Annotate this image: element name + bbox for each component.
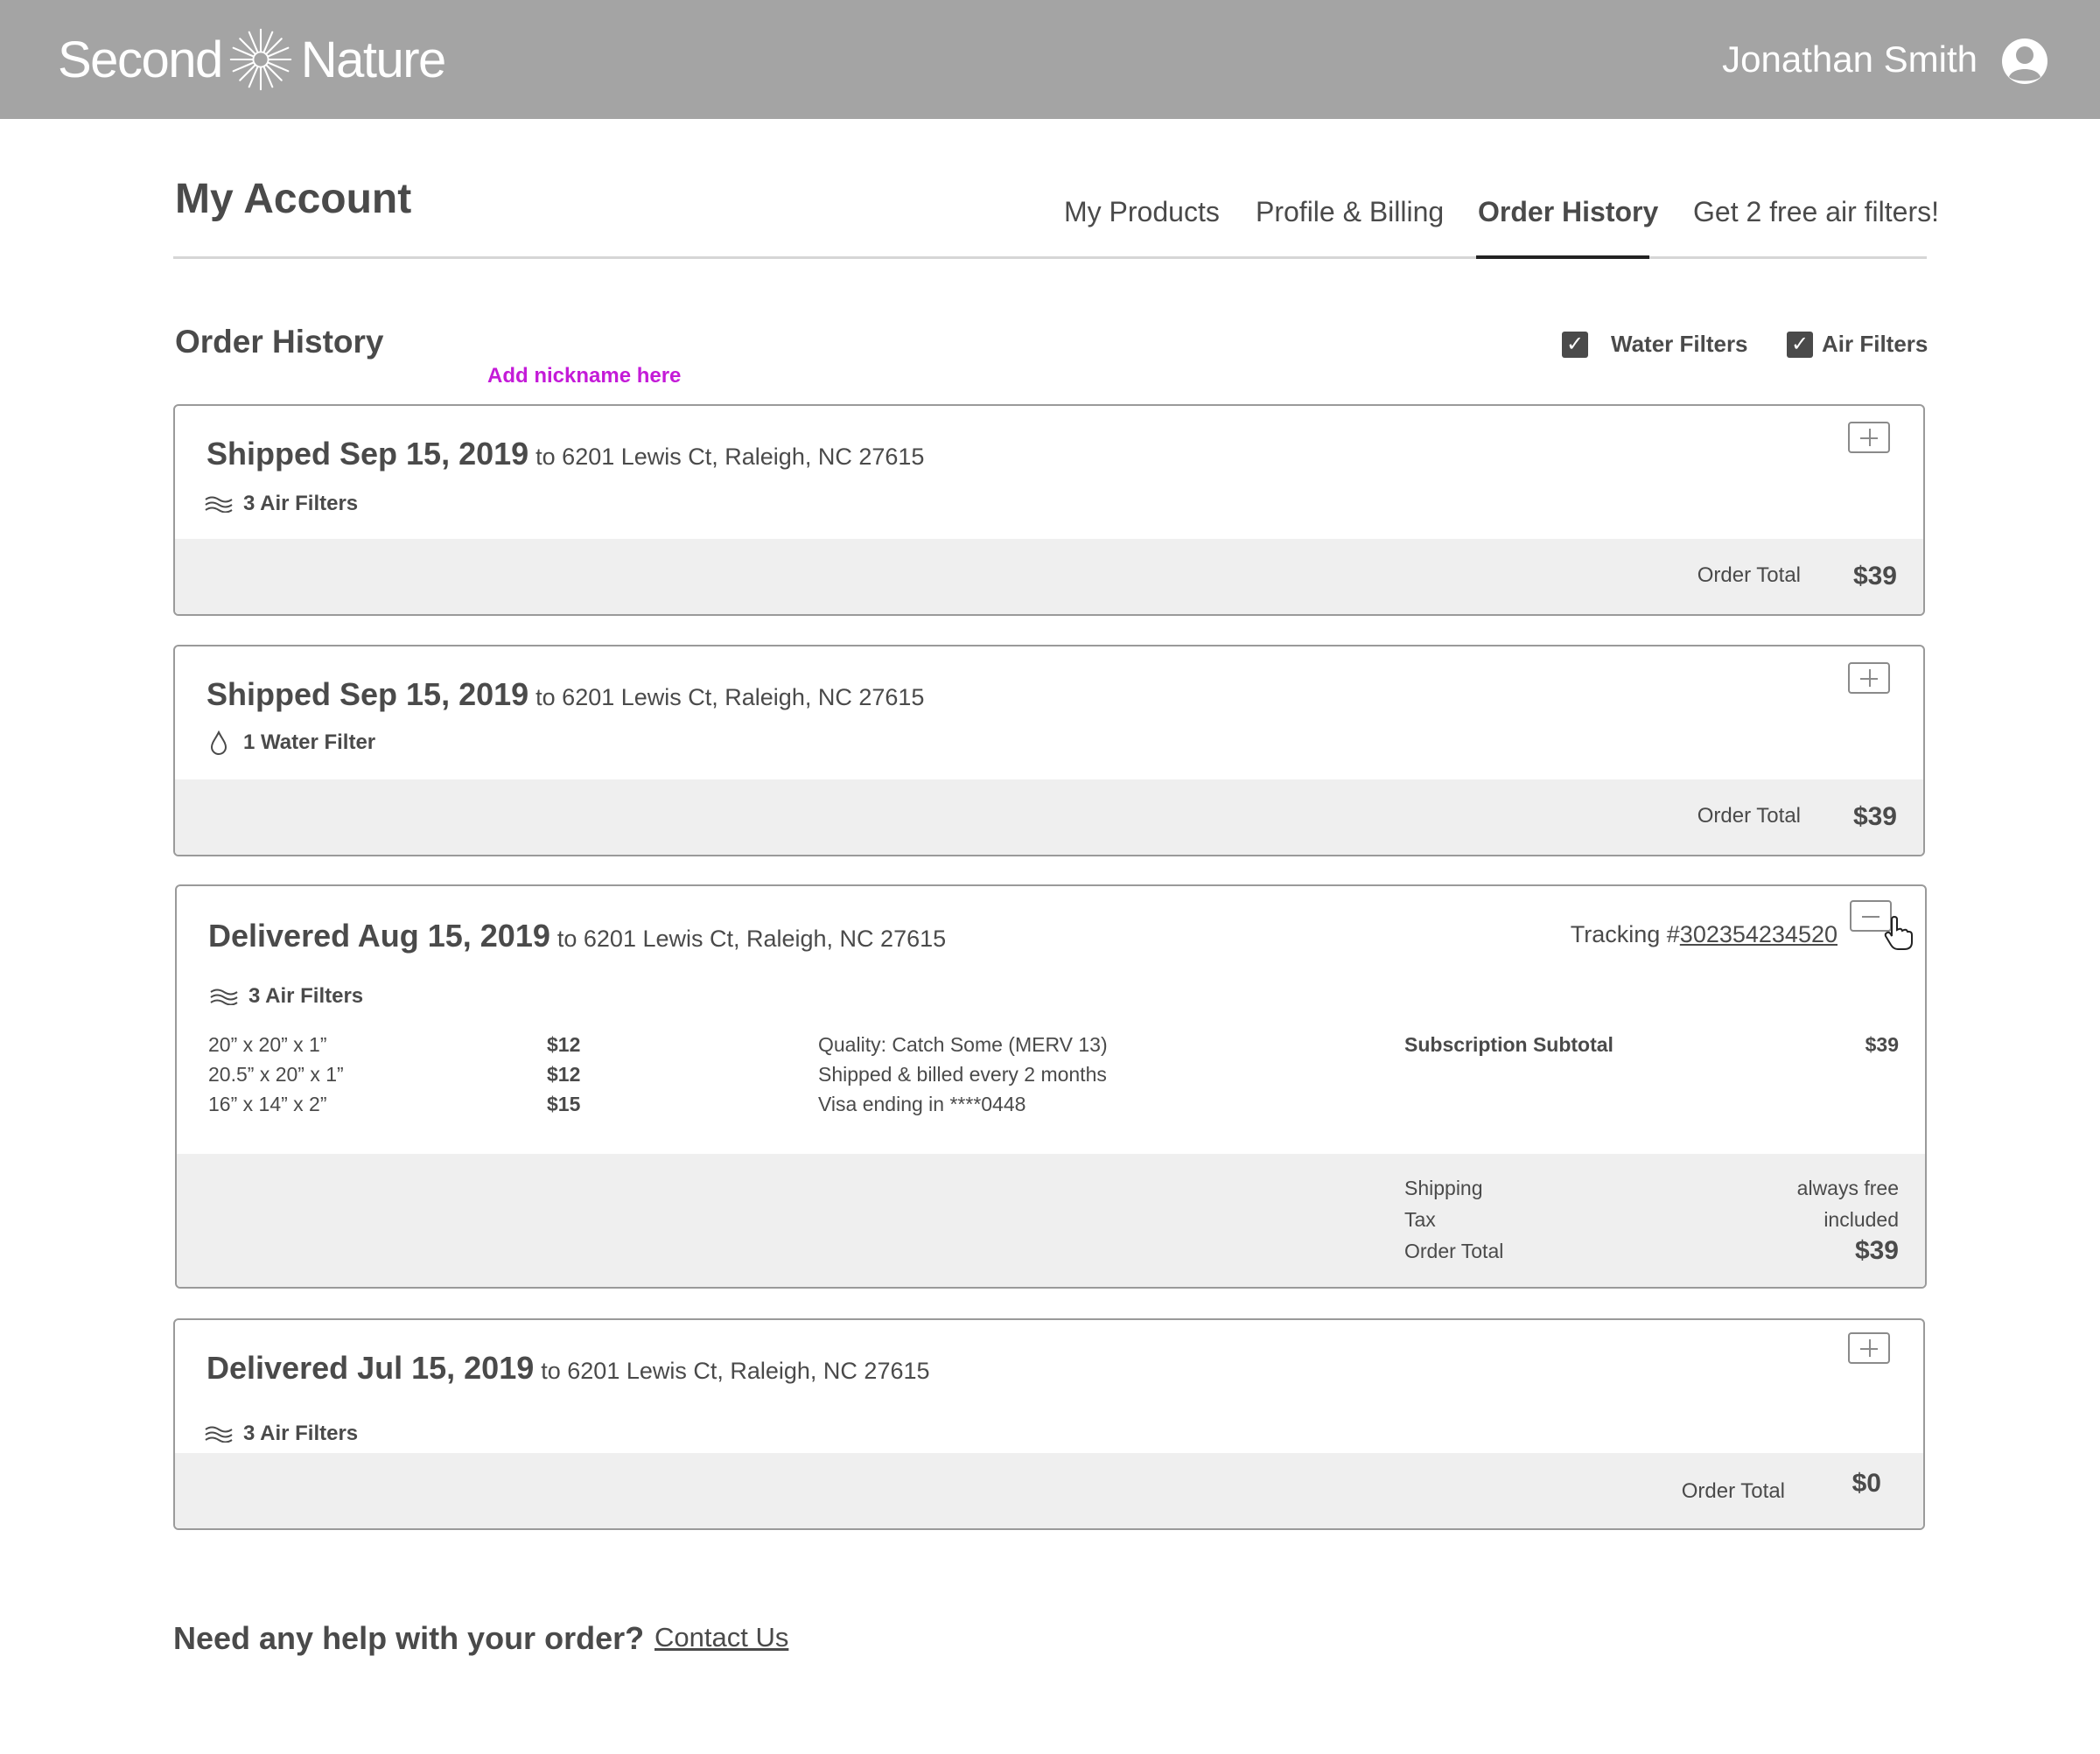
order-address: to 6201 Lewis Ct, Raleigh, NC 27615: [556, 926, 947, 952]
order-total-value: $39: [1854, 1236, 1899, 1265]
line-item-size: 20” x 20” x 1”: [208, 1033, 327, 1056]
order-card-expanded: Delivered Aug 15, 2019 to 6201 Lewis Ct,…: [175, 884, 1927, 1289]
filter-label: Water Filters: [1611, 331, 1748, 357]
order-heading: Shipped Sep 15, 2019 to 6201 Lewis Ct, R…: [206, 676, 924, 713]
user-avatar-icon[interactable]: [2000, 37, 2049, 86]
line-item-size: 20.5” x 20” x 1”: [208, 1063, 344, 1086]
tab-free-air-filters[interactable]: Get 2 free air filters!: [1693, 196, 1939, 228]
order-items-label: 3 Air Filters: [243, 1422, 359, 1445]
order-total-label: Order Total: [1404, 1240, 1504, 1262]
active-tab-indicator: [1476, 255, 1649, 259]
order-status: Delivered Aug 15, 2019: [208, 918, 550, 954]
line-item-price: $12: [547, 1033, 581, 1056]
order-address: to 6201 Lewis Ct, Raleigh, NC 27615: [536, 684, 925, 710]
help-question: Need any help with your order?: [173, 1620, 645, 1656]
order-footer: Shipping always free Tax included Order …: [177, 1154, 1925, 1287]
tax-value: included: [1824, 1208, 1899, 1231]
filter-label: Air Filters: [1822, 331, 1928, 357]
order-items: 3 Air Filters: [205, 492, 358, 516]
order-card: Shipped Sep 15, 2019 to 6201 Lewis Ct, R…: [173, 404, 1925, 616]
shipping-value: always free: [1796, 1177, 1899, 1199]
order-items: 3 Air Filters: [210, 984, 363, 1009]
line-item-size: 16” x 14” x 2”: [208, 1093, 327, 1115]
order-items-label: 3 Air Filters: [243, 492, 359, 515]
brand-name-right: Nature: [300, 31, 447, 88]
tax-label: Tax: [1404, 1208, 1436, 1231]
subtotal-value: $39: [1865, 1033, 1899, 1056]
water-drop-icon: [210, 730, 228, 755]
add-nickname-link[interactable]: Add nickname here: [487, 364, 681, 388]
order-heading: Shipped Sep 15, 2019 to 6201 Lewis Ct, R…: [206, 436, 924, 472]
air-filters-checkbox[interactable]: ✓: [1787, 331, 1813, 358]
tracking-info: Tracking #302354234520: [1571, 921, 1838, 948]
order-status: Shipped Sep 15, 2019: [206, 676, 529, 712]
order-quality: Quality: Catch Some (MERV 13): [818, 1033, 1108, 1056]
order-items: 3 Air Filters: [205, 1422, 358, 1446]
expand-order-button[interactable]: [1848, 662, 1890, 694]
order-payment-method: Visa ending in ****0448: [818, 1093, 1026, 1115]
tab-order-history[interactable]: Order History: [1478, 196, 1658, 228]
order-status: Delivered Jul 15, 2019: [206, 1350, 535, 1386]
order-footer: Order Total $0: [175, 1453, 1923, 1528]
order-footer: Order Total $39: [175, 539, 1923, 614]
order-items-label: 1 Water Filter: [243, 730, 376, 754]
expand-order-button[interactable]: [1848, 1332, 1890, 1364]
order-card: Delivered Jul 15, 2019 to 6201 Lewis Ct,…: [173, 1318, 1925, 1530]
expand-order-button[interactable]: [1848, 422, 1890, 453]
section-title: Order History: [175, 324, 384, 360]
account-tabs: My Products Profile & Billing Order Hist…: [173, 189, 1939, 259]
order-items: 1 Water Filter: [205, 730, 375, 755]
air-filter-icon: [210, 989, 238, 1005]
order-footer: Order Total $39: [175, 779, 1923, 855]
tracking-number-link[interactable]: 302354234520: [1680, 921, 1838, 947]
flower-logo-icon: [229, 28, 291, 91]
order-items-label: 3 Air Filters: [248, 984, 364, 1008]
line-item-price: $12: [547, 1063, 581, 1086]
line-item-price: $15: [547, 1093, 581, 1115]
order-total-label: Order Total: [1681, 1479, 1785, 1503]
brand-name-left: Second: [58, 31, 223, 88]
order-frequency: Shipped & billed every 2 months: [818, 1063, 1107, 1086]
order-total-value: $0: [1852, 1469, 1881, 1498]
top-bar: Second Nature Jonathan Smith: [0, 0, 2100, 119]
air-filter-icon: [205, 1426, 233, 1443]
order-address: to 6201 Lewis Ct, Raleigh, NC 27615: [536, 444, 925, 470]
order-heading: Delivered Jul 15, 2019 to 6201 Lewis Ct,…: [206, 1350, 930, 1387]
tab-profile-billing[interactable]: Profile & Billing: [1256, 196, 1444, 228]
filter-water-filters[interactable]: ✓ Water Filters: [1562, 331, 1748, 358]
order-total-value: $39: [1852, 802, 1897, 831]
filter-air-filters[interactable]: ✓ Air Filters: [1787, 331, 1928, 358]
order-status: Shipped Sep 15, 2019: [206, 436, 529, 472]
shipping-label: Shipping: [1404, 1177, 1483, 1199]
brand-logo[interactable]: Second Nature: [58, 24, 447, 94]
tab-my-products[interactable]: My Products: [1064, 196, 1220, 228]
tracking-label: Tracking #: [1570, 921, 1680, 947]
water-filters-checkbox[interactable]: ✓: [1562, 331, 1588, 358]
order-total-label: Order Total: [1697, 804, 1801, 828]
hand-cursor-icon: [1884, 916, 1913, 950]
order-card: Shipped Sep 15, 2019 to 6201 Lewis Ct, R…: [173, 645, 1925, 856]
air-filter-icon: [205, 496, 233, 513]
order-heading: Delivered Aug 15, 2019 to 6201 Lewis Ct,…: [208, 918, 946, 954]
contact-us-link[interactable]: Contact Us: [654, 1622, 788, 1653]
subtotal-label: Subscription Subtotal: [1404, 1033, 1614, 1056]
user-name[interactable]: Jonathan Smith: [1722, 38, 1978, 80]
order-total-label: Order Total: [1697, 563, 1801, 587]
order-total-value: $39: [1852, 562, 1897, 590]
order-address: to 6201 Lewis Ct, Raleigh, NC 27615: [541, 1358, 930, 1384]
